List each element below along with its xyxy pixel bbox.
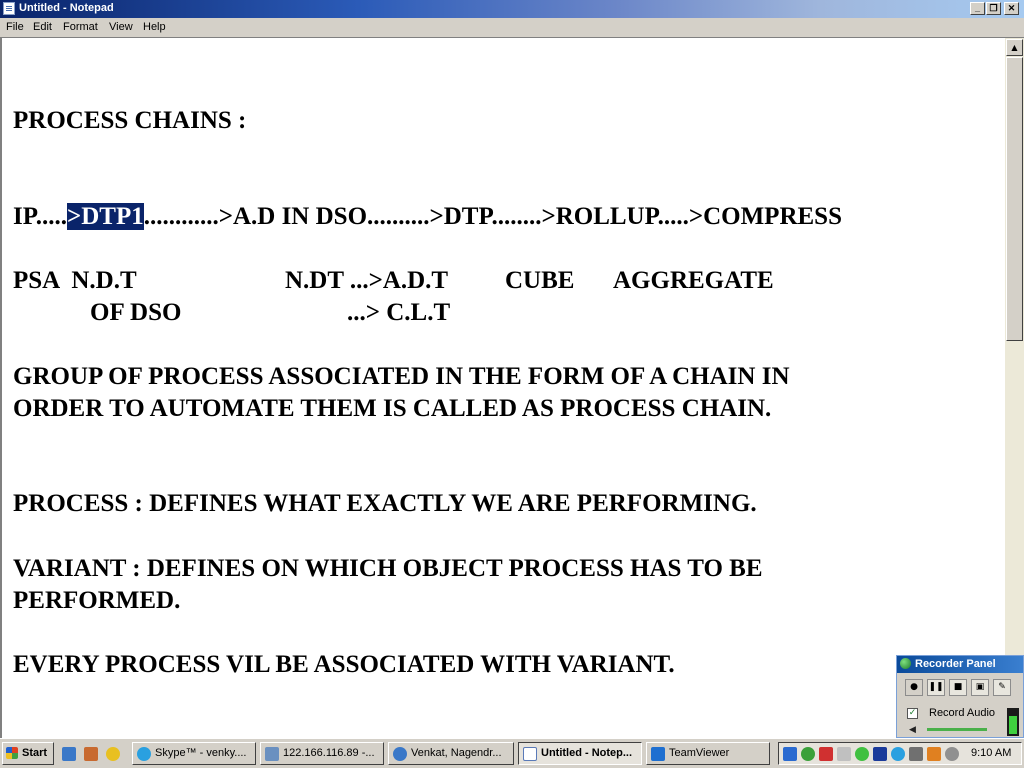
menu-format[interactable]: Format [63, 21, 98, 33]
menu-help[interactable]: Help [143, 21, 166, 33]
text-variant-line2: PERFORMED. [13, 587, 181, 614]
record-audio-checkbox[interactable]: ✓ [907, 708, 918, 719]
text-editor-area[interactable]: PROCESS CHAINS : IP.....>DTP1...........… [0, 38, 1005, 738]
taskbar-item-teamviewer[interactable]: TeamViewer [646, 742, 770, 765]
media-player-icon[interactable] [106, 747, 120, 761]
text-process-def: PROCESS : DEFINES WHAT EXACTLY WE ARE PE… [13, 490, 757, 517]
record-audio-label: Record Audio [929, 707, 996, 719]
remote-desktop-icon [265, 747, 279, 761]
recorder-title-bar[interactable]: Recorder Panel [897, 656, 1023, 673]
text-selection: >DTP1 [66, 203, 144, 230]
taskbar-item-label: Skype™ - venky.... [155, 747, 247, 759]
notepad-icon [523, 747, 537, 761]
browser-icon [393, 747, 407, 761]
pause-button[interactable]: ❚❚ [927, 679, 945, 696]
audio-level-meter [1007, 708, 1019, 736]
ie-icon[interactable] [62, 747, 76, 761]
recorder-title: Recorder Panel [915, 658, 996, 670]
camera-icon[interactable]: ▣ [971, 679, 989, 696]
network-icon[interactable] [783, 747, 797, 761]
update-icon[interactable] [945, 747, 959, 761]
taskbar-item-remote-desktop[interactable]: 122.166.116.89 -... [260, 742, 384, 765]
stop-button[interactable]: ■ [949, 679, 967, 696]
flow-suffix: ............>A.D IN DSO..........>DTP...… [143, 203, 842, 230]
restore-button[interactable]: ❐ [986, 2, 1001, 15]
windows-logo-icon [6, 747, 18, 759]
audio-volume-slider[interactable] [927, 728, 987, 731]
recorder-panel: Recorder Panel ● ❚❚ ■ ▣ ✎ ✓ Record Audio… [896, 655, 1024, 738]
text-every-process: EVERY PROCESS VIL BE ASSOCIATED WITH VAR… [13, 651, 675, 678]
title-bar[interactable]: Untitled - Notepad _ ❐ ✕ [0, 0, 1024, 18]
taskbar: Start Skype™ - venky.... 122.166.116.89 … [0, 738, 1024, 768]
speaker-icon: ◀ [909, 725, 916, 735]
menu-file[interactable]: File [6, 21, 24, 33]
record-button[interactable]: ● [905, 679, 923, 696]
text-row2-clt: ...> C.L.T [347, 299, 451, 326]
text-row1-cube: CUBE [505, 267, 575, 294]
tray-globe-icon[interactable] [801, 747, 815, 761]
taskbar-item-label: Untitled - Notep... [541, 747, 633, 759]
volume-icon[interactable] [909, 747, 923, 761]
skype-tray-icon[interactable] [891, 747, 905, 761]
taskbar-item-browser[interactable]: Venkat, Nagendr... [388, 742, 514, 765]
close-button[interactable]: ✕ [1004, 2, 1019, 15]
minimize-button[interactable]: _ [970, 2, 985, 15]
antivirus-icon[interactable] [819, 747, 833, 761]
recorder-tray-icon[interactable] [855, 747, 869, 761]
text-flow-line: IP.....>DTP1............>A.D IN DSO.....… [13, 202, 842, 232]
taskbar-item-label: 122.166.116.89 -... [283, 747, 375, 759]
scroll-up-icon[interactable]: ▲ [1006, 39, 1023, 56]
taskbar-item-label: TeamViewer [669, 747, 730, 759]
scroll-thumb[interactable] [1006, 57, 1023, 341]
taskbar-item-notepad[interactable]: Untitled - Notep... [518, 742, 642, 765]
menu-edit[interactable]: Edit [33, 21, 52, 33]
taskbar-item-label: Venkat, Nagendr... [411, 747, 502, 759]
window-title: Untitled - Notepad [19, 2, 114, 14]
start-button[interactable]: Start [2, 742, 54, 765]
vertical-scrollbar[interactable]: ▲ [1005, 38, 1024, 738]
vlc-icon[interactable] [927, 747, 941, 761]
text-row1-psa: PSA N.D.T [13, 267, 137, 294]
menu-bar: File Edit Format View Help [0, 18, 1024, 38]
text-variant-line1: VARIANT : DEFINES ON WHICH OBJECT PROCES… [13, 555, 763, 582]
start-label: Start [22, 747, 48, 759]
text-group-line1: GROUP OF PROCESS ASSOCIATED IN THE FORM … [13, 363, 790, 390]
clock[interactable]: 9:10 AM [971, 747, 1011, 759]
text-row1-aggregate: AGGREGATE [613, 267, 774, 294]
text-row1-ndt: N.DT ...>A.D.T [285, 267, 449, 294]
shield-icon[interactable] [873, 747, 887, 761]
menu-view[interactable]: View [109, 21, 133, 33]
skype-icon [137, 747, 151, 761]
text-heading: PROCESS CHAINS : [13, 107, 247, 134]
taskbar-item-skype[interactable]: Skype™ - venky.... [132, 742, 256, 765]
text-group-line2: ORDER TO AUTOMATE THEM IS CALLED AS PROC… [13, 395, 772, 422]
notepad-icon [3, 2, 15, 15]
teamviewer-icon [651, 747, 665, 761]
system-tray: 9:10 AM [778, 742, 1022, 765]
pen-icon[interactable]: ✎ [993, 679, 1011, 696]
flow-prefix: IP..... [13, 203, 67, 230]
printer-icon[interactable] [837, 747, 851, 761]
globe-icon [900, 658, 911, 669]
text-row2-of-dso: OF DSO [90, 299, 182, 326]
folder-icon[interactable] [84, 747, 98, 761]
